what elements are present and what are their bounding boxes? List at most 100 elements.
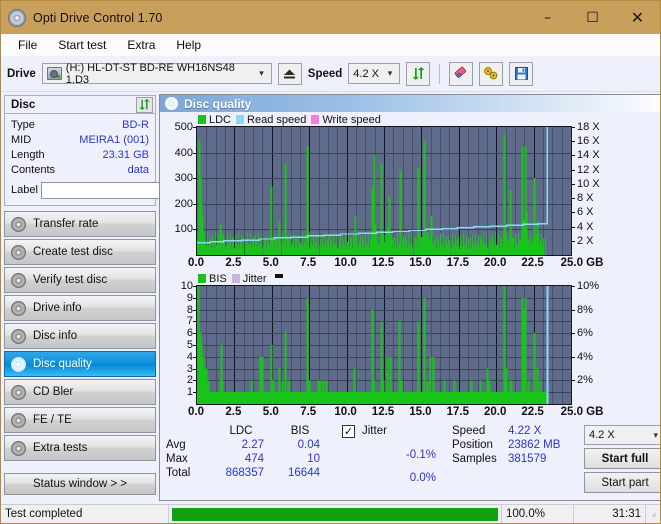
- statistics-area: LDC BIS Avg 2.27 0.04 Max 474 10 Total 8…: [160, 421, 660, 493]
- disc-panel-header: Disc: [5, 96, 155, 114]
- menu-help[interactable]: Help: [167, 36, 210, 54]
- sidebar-item-disc-quality[interactable]: Disc quality: [4, 351, 156, 377]
- y2-tick-label: 18 X: [577, 121, 600, 133]
- disc-refresh-button[interactable]: [136, 96, 153, 113]
- app-disc-icon: [8, 8, 26, 27]
- sidebar-item-transfer-rate[interactable]: Transfer rate: [4, 211, 156, 237]
- disc-info-rows: Type BD-R MID MEIRA1 (001) Length 23.31 …: [5, 114, 244, 205]
- test-speed-select[interactable]: 4.2 X ▾: [584, 425, 660, 445]
- progress-percent: 100.0%: [502, 504, 574, 523]
- stats-row-label-total: Total: [166, 467, 191, 479]
- refresh-button[interactable]: [406, 61, 431, 86]
- sidebar-item-label: Verify test disc: [33, 274, 108, 286]
- position-value: 23862 MB: [508, 439, 561, 451]
- disc-icon: [11, 272, 26, 288]
- chevron-down-icon: ▾: [259, 68, 264, 78]
- jitter-checkbox[interactable]: ✓: [342, 425, 355, 438]
- sidebar-item-label: FE / TE: [33, 414, 72, 426]
- progress-fill: [172, 507, 498, 521]
- x-tick-label: 17.5: [446, 257, 469, 269]
- eject-button[interactable]: [277, 62, 302, 85]
- disc-mid-label: MID: [11, 133, 32, 146]
- y2-tick: [572, 226, 575, 228]
- start-full-button[interactable]: Start full: [584, 448, 660, 469]
- sidebar-item-label: Extra tests: [33, 442, 88, 454]
- sidebar-item-drive-info[interactable]: Drive info: [4, 295, 156, 321]
- y2-tick-label: 2 X: [577, 234, 594, 247]
- ldc-y-axis: 100 200 300 400 500: [162, 121, 196, 256]
- stats-bis-avg: 0.04: [297, 439, 320, 451]
- save-button[interactable]: [509, 61, 534, 86]
- close-button[interactable]: ✕: [615, 1, 660, 34]
- sidebar-item-extra-tests[interactable]: Extra tests: [4, 435, 156, 461]
- y2-tick-label: 10 X: [577, 177, 600, 190]
- ldc-bis-table: LDC BIS Avg 2.27 0.04 Max 474 10 Total 8…: [166, 425, 328, 493]
- x-tick-label: 2.5: [225, 406, 242, 418]
- x-tick-label: 2.5: [225, 257, 242, 269]
- y2-tick: [572, 212, 575, 214]
- x-tick-label: 15.0: [409, 257, 432, 269]
- sidebar-item-label: Drive info: [33, 302, 82, 314]
- drive-select[interactable]: (H:) HL-DT-ST BD-RE WH16NS48 1.D3 ▾: [41, 62, 272, 86]
- menu-extra[interactable]: Extra: [118, 36, 164, 54]
- start-part-button[interactable]: Start part: [584, 472, 660, 493]
- menu-start-test[interactable]: Start test: [49, 36, 115, 54]
- left-sidebar: Disc Type BD-R MID MEIRA1 (001) Length 2…: [1, 92, 244, 501]
- y2-tick: [572, 198, 575, 200]
- sidebar-item-create-test-disc[interactable]: Create test disc: [4, 239, 156, 265]
- erase-button[interactable]: [449, 61, 474, 86]
- ldc-chart: LDC Read speed Write speed 100 200 300 4…: [162, 113, 660, 272]
- disc-label-label: Label: [11, 184, 38, 196]
- eraser-icon: [454, 66, 467, 78]
- jitter-max-value: 0.0%: [409, 472, 436, 484]
- sidebar-item-cd-bler[interactable]: CD Bler: [4, 379, 156, 405]
- bis-x-axis: 0.0 2.5 5.0 7.5 10.0 12.5 15.0 17.5 20.0 22.5 25.0…: [188, 405, 603, 421]
- y2-tick-label: 4%: [577, 350, 593, 363]
- y-tick-label: 300: [174, 172, 193, 185]
- disc-mid-value: MEIRA1 (001): [79, 133, 149, 146]
- tools-button[interactable]: [479, 61, 504, 86]
- x-tick-label: 7.5: [300, 257, 317, 269]
- menu-bar: File Start test Extra Help: [1, 34, 660, 56]
- x-tick-label: 5.0: [262, 257, 279, 269]
- resize-grip-icon[interactable]: [646, 505, 660, 524]
- status-window-button[interactable]: Status window > >: [4, 473, 156, 495]
- page-title: Disc quality: [184, 96, 252, 111]
- y2-tick-label: 6 X: [577, 206, 594, 219]
- chevron-down-icon: ▾: [653, 429, 658, 440]
- drive-toolbar: Drive (H:) HL-DT-ST BD-RE WH16NS48 1.D3 …: [1, 56, 660, 92]
- minimize-button[interactable]: –: [525, 1, 570, 34]
- y2-tick-label: 8%: [577, 303, 593, 316]
- ldc-x-axis: 0.0 2.5 5.0 7.5 10.0 12.5 15.0 17.5 20.0 22.5 25.0…: [188, 256, 603, 272]
- y2-tick-label: 2%: [577, 374, 593, 387]
- y2-tick: [572, 356, 575, 358]
- sidebar-item-verify-test-disc[interactable]: Verify test disc: [4, 267, 156, 293]
- legend-ldc: LDC: [198, 114, 231, 126]
- x-tick-label: 12.5: [371, 406, 395, 418]
- maximize-button[interactable]: ☐: [570, 1, 615, 34]
- window-title: Opti Drive Control 1.70: [33, 10, 163, 25]
- ldc-y2-axis: 2 X4 X6 X8 X 10 X 12 X 14 X 16 X 18 X: [572, 121, 610, 256]
- stats-row-label-max: Max: [166, 453, 188, 465]
- sidebar-item-label: Transfer rate: [33, 218, 99, 230]
- jitter-avg-value: -0.1%: [405, 449, 436, 461]
- stats-bis-max: 10: [307, 453, 320, 465]
- disc-row-contents: Contents data: [11, 162, 149, 177]
- x-tick-label: 17.5: [446, 406, 469, 418]
- ldc-plot-row: 100 200 300 400 500 2 X4 X6 X8 X 10 X 12 X 14 X…: [162, 121, 660, 256]
- x-tick-label: 0.0: [188, 257, 204, 269]
- stats-bis-total: 16644: [288, 467, 320, 479]
- menu-file[interactable]: File: [9, 36, 46, 54]
- disc-row-mid: MID MEIRA1 (001): [11, 132, 149, 147]
- y2-tick-label: 10%: [577, 280, 600, 292]
- y2-tick-label: 12 X: [577, 163, 600, 176]
- sidebar-item-fe-te[interactable]: FE / TE: [4, 407, 156, 433]
- drive-label: Drive: [7, 67, 36, 80]
- speed-select-value: 4.2 X: [353, 67, 379, 80]
- sidebar-item-disc-info[interactable]: Disc info: [4, 323, 156, 349]
- disc-icon: [11, 216, 26, 232]
- jitter-spacer-1: [342, 449, 362, 470]
- speed-select[interactable]: 4.2 X ▾: [348, 63, 401, 84]
- bis-chart: BIS Jitter 1 2 3 4 5 6 7 8 9 10 2% 4% 6% 8% 10%: [162, 272, 660, 421]
- y-tick-label: 100: [174, 223, 193, 236]
